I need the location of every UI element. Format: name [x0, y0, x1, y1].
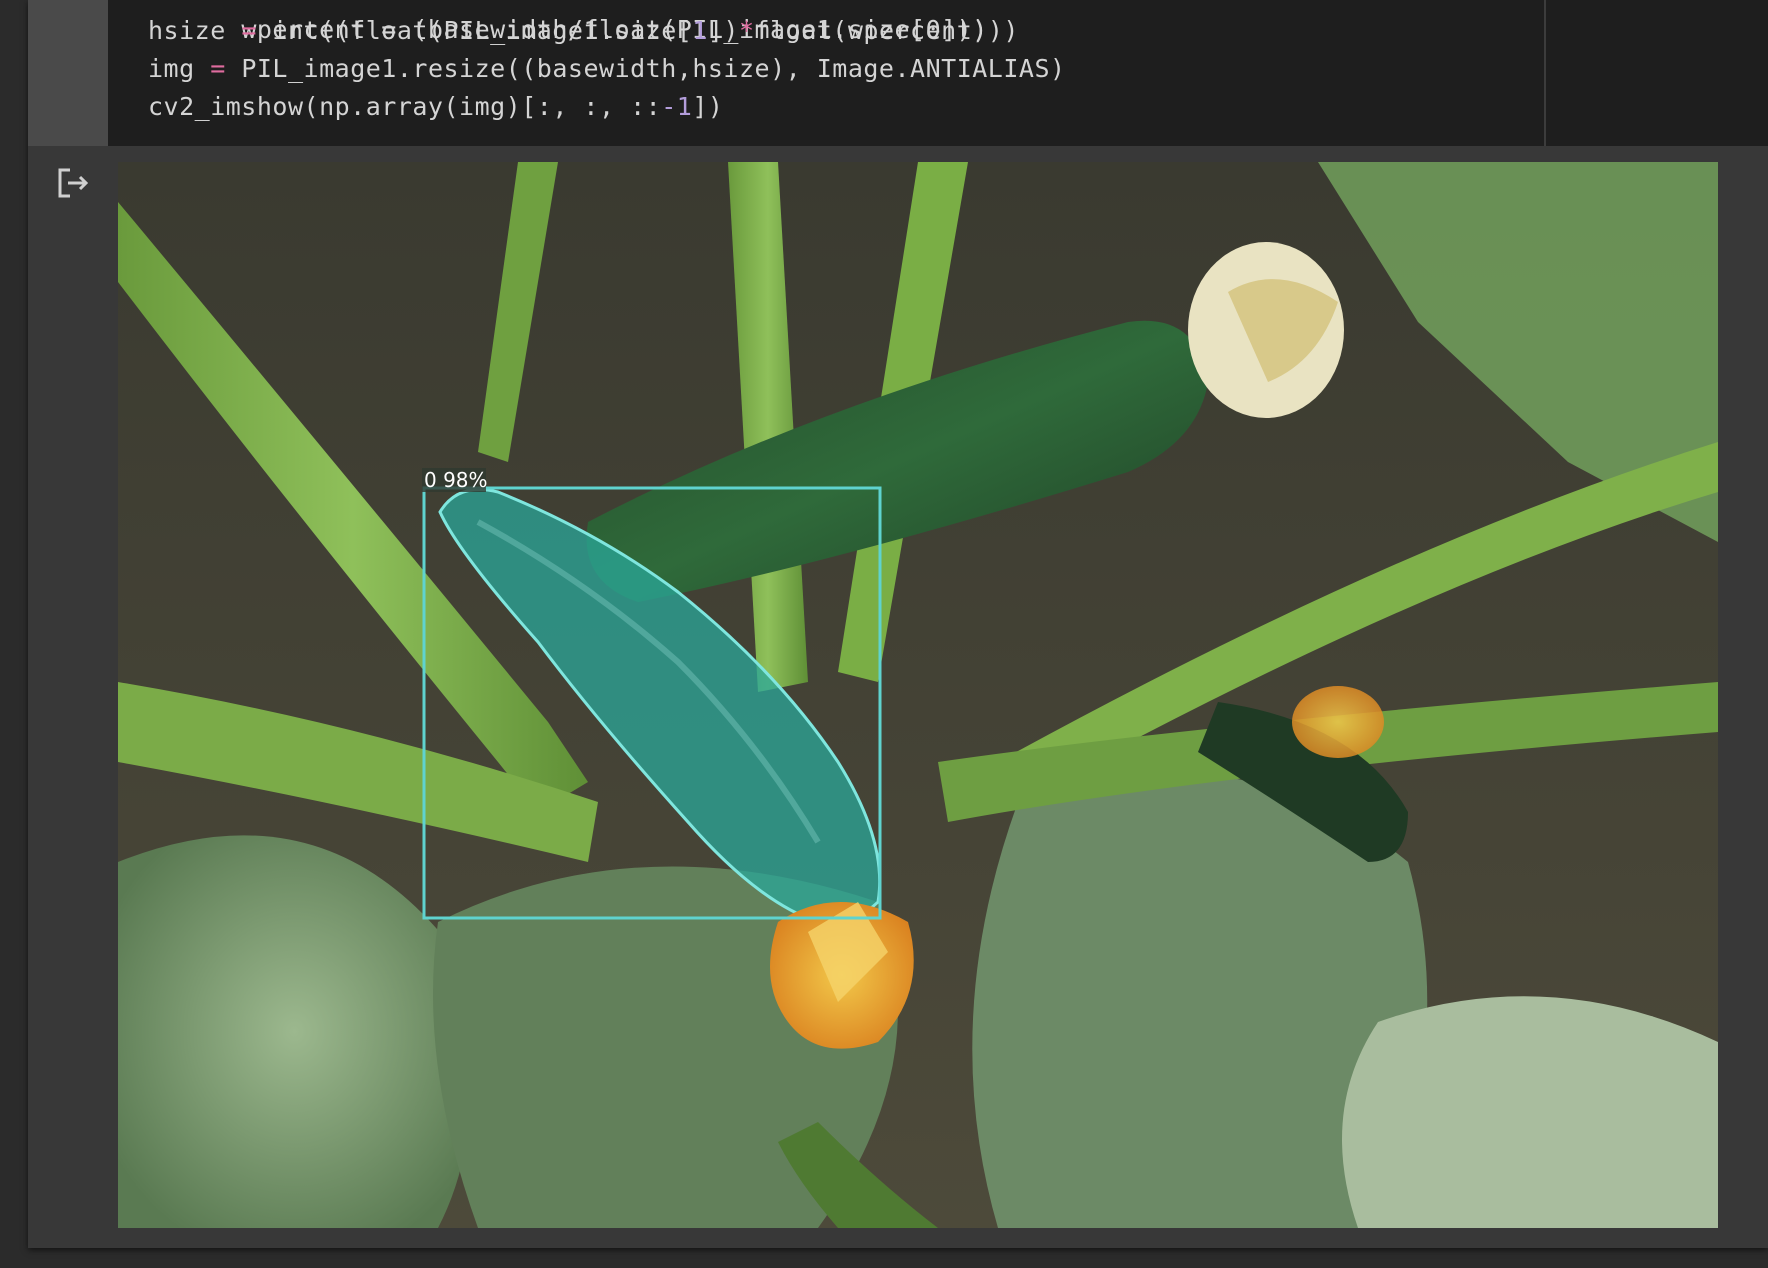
code-cell[interactable]: wpercent = (basewidth/float(PIL_image1.s…	[28, 0, 1768, 1248]
code-operator: *	[738, 16, 755, 45]
output-redirect-icon[interactable]	[56, 166, 90, 200]
leaf-bottom-right	[1342, 996, 1718, 1228]
code-operator: =	[241, 16, 257, 45]
code-line-imshow[interactable]: cv2_imshow(np.array(img)[:, :, ::-1])	[148, 92, 723, 121]
zucchini-detection-image: 0 98%	[118, 162, 1718, 1228]
code-line-hsize[interactable]: hsize = int((float(PIL_image1.size[1])*f…	[148, 16, 1019, 45]
flower-right	[1292, 686, 1384, 758]
code-token: int((float(PIL_image1.size[	[256, 16, 693, 45]
detection-label: 0 98%	[424, 468, 488, 492]
code-editor[interactable]: wpercent = (basewidth/float(PIL_image1.s…	[108, 0, 1768, 146]
code-token: ])	[707, 16, 739, 45]
code-divider	[1544, 0, 1546, 146]
code-line-img[interactable]: img = PIL_image1.resize((basewidth,hsize…	[148, 54, 1066, 83]
code-token: cv2_imshow(np.array(img)[:, :, ::	[148, 92, 662, 121]
code-token: float(wpercent)))	[754, 16, 1019, 45]
code-token: hsize	[148, 16, 242, 45]
code-token: img	[148, 54, 211, 83]
code-operator: =	[210, 54, 226, 83]
code-token: PIL_image1.resize((basewidth,hsize), Ima…	[225, 54, 1066, 83]
output-image: 0 98%	[118, 162, 1718, 1228]
code-number: -1	[661, 92, 693, 121]
code-number: 1	[692, 16, 708, 45]
cell-gutter[interactable]	[28, 0, 108, 146]
code-token: ])	[692, 92, 724, 121]
